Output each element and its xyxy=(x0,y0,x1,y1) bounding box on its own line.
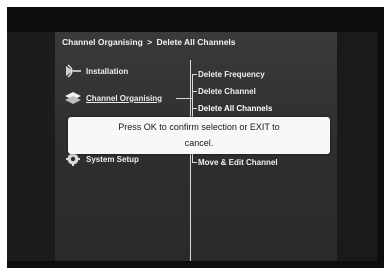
tree-connector xyxy=(176,98,192,99)
right-shade xyxy=(337,32,377,261)
breadcrumb-current: Delete All Channels xyxy=(156,37,236,47)
menu-item-channel-organising[interactable]: Channel Organising xyxy=(64,91,162,105)
channel-arrows-icon xyxy=(64,91,82,105)
submenu-item-delete-channel[interactable]: Delete Channel xyxy=(198,87,256,96)
breadcrumb-parent: Channel Organising xyxy=(62,37,143,47)
menu-item-installation[interactable]: Installation xyxy=(64,64,128,78)
menu-item-label: Channel Organising xyxy=(86,93,163,103)
menu-item-system-setup[interactable]: System Setup xyxy=(64,152,139,166)
tree-tick xyxy=(192,91,197,92)
tree-tick xyxy=(192,162,197,163)
tree-tick xyxy=(192,108,197,109)
dialog-message-line-2: cancel. xyxy=(184,138,214,148)
menu-item-label: System Setup xyxy=(86,154,139,164)
left-shade xyxy=(7,32,55,261)
breadcrumb-separator: > xyxy=(147,37,153,47)
menu-item-label: Installation xyxy=(86,66,129,76)
gear-icon xyxy=(64,152,82,166)
submenu-item-delete-all-channels[interactable]: Delete All Channels xyxy=(198,104,272,113)
tree-tick xyxy=(192,74,197,75)
breadcrumb: Channel Organising > Delete All Channels xyxy=(62,37,236,47)
dialog-message-line-1: Press OK to confirm selection or EXIT to xyxy=(118,122,280,132)
confirm-dialog: Press OK to confirm selection or EXIT to… xyxy=(68,117,330,154)
submenu-item-move-edit-channel[interactable]: Move & Edit Channel xyxy=(198,158,278,167)
divider-line xyxy=(190,60,191,261)
satellite-dish-icon xyxy=(64,64,82,78)
submenu-item-delete-frequency[interactable]: Delete Frequency xyxy=(198,70,265,79)
